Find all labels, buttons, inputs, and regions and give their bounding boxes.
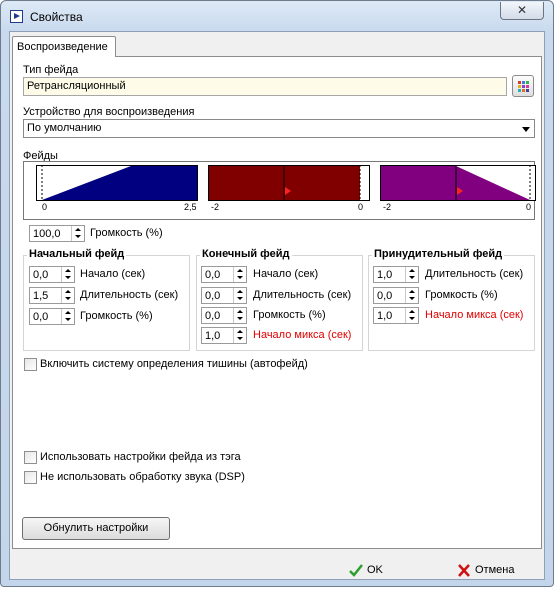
- start-fade-max-label: 2,5: [184, 202, 197, 212]
- start-fade-start-stepper[interactable]: 0,0: [29, 266, 75, 283]
- forced-fade-mix-stepper[interactable]: 1,0: [373, 307, 419, 324]
- spin-up-icon[interactable]: [234, 288, 246, 295]
- cancel-label: Отмена: [475, 564, 515, 576]
- forced-fade-graph: [380, 165, 536, 201]
- spin-down-icon[interactable]: [234, 335, 246, 342]
- spin-down-icon[interactable]: [406, 274, 418, 281]
- ok-button[interactable]: OK: [349, 562, 383, 578]
- forced-fade-mix-label: Начало микса (сек): [425, 309, 524, 321]
- spin-up-icon[interactable]: [62, 288, 74, 295]
- chevron-down-icon: [522, 127, 530, 132]
- start-fade-graph: [36, 165, 198, 201]
- ok-label: OK: [367, 564, 383, 576]
- checkmark-icon: [349, 563, 363, 577]
- end-fade-volume-stepper[interactable]: 0,0: [201, 307, 247, 324]
- fade-type-picker-button[interactable]: [512, 75, 534, 97]
- forced-fade-volume-label: Громкость (%): [425, 289, 498, 301]
- start-fade-volume-stepper[interactable]: 0,0: [29, 308, 75, 325]
- fade-type-field[interactable]: Ретрансляционный: [23, 77, 507, 96]
- start-fade-title: Начальный фейд: [27, 248, 127, 260]
- start-fade-duration-label: Длительность (сек): [80, 289, 179, 301]
- fade-type-label: Тип фейда: [23, 64, 79, 76]
- forced-fade-title: Принудительный фейд: [372, 248, 505, 260]
- forced-fade-mix-value: 1,0: [377, 310, 393, 322]
- cross-icon: [458, 563, 470, 577]
- start-fade-duration-stepper[interactable]: 1,5: [29, 287, 75, 304]
- cancel-button[interactable]: Отмена: [457, 562, 514, 578]
- tab-panel: Тип фейда Ретрансляционный Устройство дл…: [12, 56, 542, 549]
- end-fade-max-label: 0: [358, 202, 364, 212]
- color-grid-icon: [518, 81, 529, 92]
- end-fade-duration-stepper[interactable]: 0,0: [201, 287, 247, 304]
- volume-value: 100,0: [33, 228, 61, 240]
- forced-fade-duration-label: Длительность (сек): [425, 268, 524, 280]
- silence-detection-checkbox[interactable]: [24, 358, 37, 371]
- spin-up-icon[interactable]: [406, 308, 418, 315]
- device-select[interactable]: По умолчанию: [23, 119, 535, 138]
- dialog-body: Воспроизведение Тип фейда Ретрансляционн…: [9, 31, 545, 580]
- forced-fade-duration-stepper[interactable]: 1,0: [373, 266, 419, 283]
- end-fade-start-value: 0,0: [205, 269, 221, 281]
- spin-up-icon[interactable]: [62, 309, 74, 316]
- silence-detection-label: Включить систему определения тишины (авт…: [40, 358, 308, 370]
- end-fade-graph: [208, 165, 370, 201]
- reset-settings-button[interactable]: Обнулить настройки: [22, 517, 170, 540]
- close-button[interactable]: ✕: [500, 2, 544, 20]
- end-fade-start-stepper[interactable]: 0,0: [201, 266, 247, 283]
- tab-playback[interactable]: Воспроизведение: [12, 36, 116, 57]
- forced-fade-min-label: -2: [383, 202, 392, 212]
- end-fade-duration-label: Длительность (сек): [253, 289, 352, 301]
- start-fade-start-value: 0,0: [33, 269, 49, 281]
- end-fade-mix-label: Начало микса (сек): [253, 329, 352, 341]
- volume-stepper[interactable]: 100,0: [29, 225, 85, 242]
- spin-down-icon[interactable]: [406, 295, 418, 302]
- spin-down-icon[interactable]: [72, 233, 84, 240]
- spin-down-icon[interactable]: [234, 315, 246, 322]
- start-fade-start-label: Начало (сек): [80, 268, 146, 280]
- spin-up-icon[interactable]: [234, 328, 246, 335]
- tag-fade-label: Использовать настройки фейда из тэга: [40, 451, 241, 463]
- window-title: Свойства: [30, 10, 83, 24]
- device-value: По умолчанию: [27, 122, 102, 134]
- spin-down-icon[interactable]: [406, 315, 418, 322]
- spin-up-icon[interactable]: [62, 267, 74, 274]
- spin-up-icon[interactable]: [234, 308, 246, 315]
- volume-label: Громкость (%): [90, 227, 163, 239]
- spin-up-icon[interactable]: [406, 267, 418, 274]
- spin-down-icon[interactable]: [62, 316, 74, 323]
- end-fade-start-label: Начало (сек): [253, 268, 319, 280]
- close-icon: ✕: [516, 3, 528, 17]
- spin-down-icon[interactable]: [62, 274, 74, 281]
- end-fade-volume-value: 0,0: [205, 310, 221, 322]
- spin-down-icon[interactable]: [234, 295, 246, 302]
- end-fade-min-label: -2: [211, 202, 220, 212]
- end-fade-mix-value: 1,0: [205, 330, 221, 342]
- fades-graph-panel: 0 2,5 -2 0 -2 0: [23, 161, 536, 220]
- start-fade-volume-value: 0,0: [33, 311, 49, 323]
- device-label: Устройство для воспроизведения: [23, 106, 195, 118]
- no-dsp-label: Не использовать обработку звука (DSP): [40, 471, 245, 483]
- spin-down-icon[interactable]: [234, 274, 246, 281]
- end-fade-volume-label: Громкость (%): [253, 309, 326, 321]
- forced-fade-volume-stepper[interactable]: 0,0: [373, 287, 419, 304]
- end-fade-duration-value: 0,0: [205, 290, 221, 302]
- spin-up-icon[interactable]: [406, 288, 418, 295]
- start-fade-min-label: 0: [42, 202, 48, 212]
- spin-down-icon[interactable]: [62, 295, 74, 302]
- app-play-icon: [10, 10, 23, 23]
- spin-up-icon[interactable]: [234, 267, 246, 274]
- spin-up-icon[interactable]: [72, 226, 84, 233]
- start-fade-duration-value: 1,5: [33, 290, 49, 302]
- forced-fade-max-label: 0: [526, 202, 532, 212]
- properties-window: Свойства ✕ Воспроизведение Тип фейда Рет…: [0, 0, 554, 587]
- forced-fade-volume-value: 0,0: [377, 290, 393, 302]
- forced-fade-duration-value: 1,0: [377, 269, 393, 281]
- no-dsp-checkbox[interactable]: [24, 471, 37, 484]
- end-fade-mix-stepper[interactable]: 1,0: [201, 327, 247, 344]
- tag-fade-checkbox[interactable]: [24, 451, 37, 464]
- end-fade-title: Конечный фейд: [200, 248, 292, 260]
- start-fade-volume-label: Громкость (%): [80, 310, 153, 322]
- title-bar: Свойства ✕: [1, 1, 553, 31]
